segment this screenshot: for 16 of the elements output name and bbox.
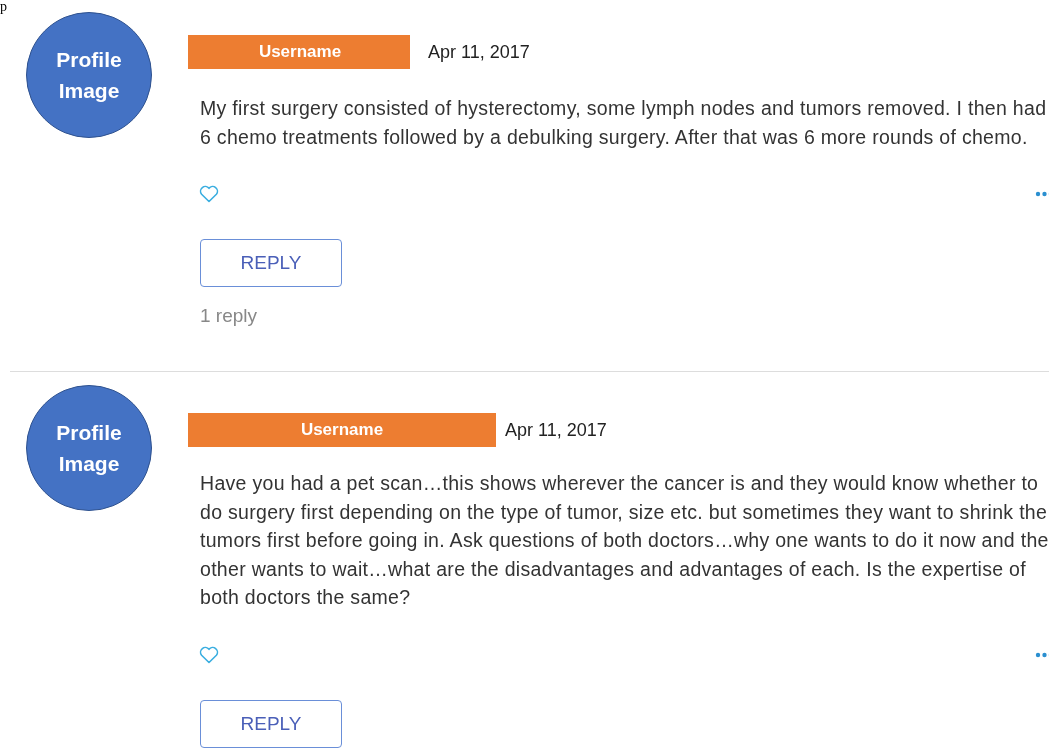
corner-text: p bbox=[0, 0, 7, 14]
more-options-icon[interactable] bbox=[1035, 651, 1049, 658]
profile-avatar[interactable]: Profile Image bbox=[26, 385, 152, 511]
username-label[interactable]: Username bbox=[188, 35, 410, 69]
comment-date: Apr 11, 2017 bbox=[428, 41, 530, 63]
reply-button[interactable]: REPLY bbox=[200, 699, 342, 748]
heart-icon[interactable] bbox=[199, 185, 219, 203]
more-options-icon[interactable] bbox=[1035, 191, 1049, 197]
reply-button[interactable]: REPLY bbox=[200, 239, 342, 287]
heart-icon[interactable] bbox=[199, 645, 219, 664]
profile-avatar[interactable]: Profile Image bbox=[26, 12, 152, 138]
username-label[interactable]: Username bbox=[188, 413, 496, 447]
reply-count-link[interactable]: 1 reply bbox=[200, 305, 258, 327]
comment-date: Apr 11, 2017 bbox=[505, 419, 607, 441]
comment-text: My first surgery consisted of hysterectomy, some lymph nodes and tumors removed. I then had 6 chemo treatments followed by a debulking surgery. After that was 6 more rounds of chemo. bbox=[200, 96, 1048, 150]
comment-text: Have you had a pet scan…this shows wherever the cancer is and they would know whether to do surgery first depending on the type of tumor, size etc. but sometimes they want to shrink the tumors first before going in. Ask questions of both doctors…why one wants to do it now and the other wants to wait…what are the disadvantages and advantages of each. Is the expertise of both doctors the same? bbox=[200, 471, 1049, 610]
